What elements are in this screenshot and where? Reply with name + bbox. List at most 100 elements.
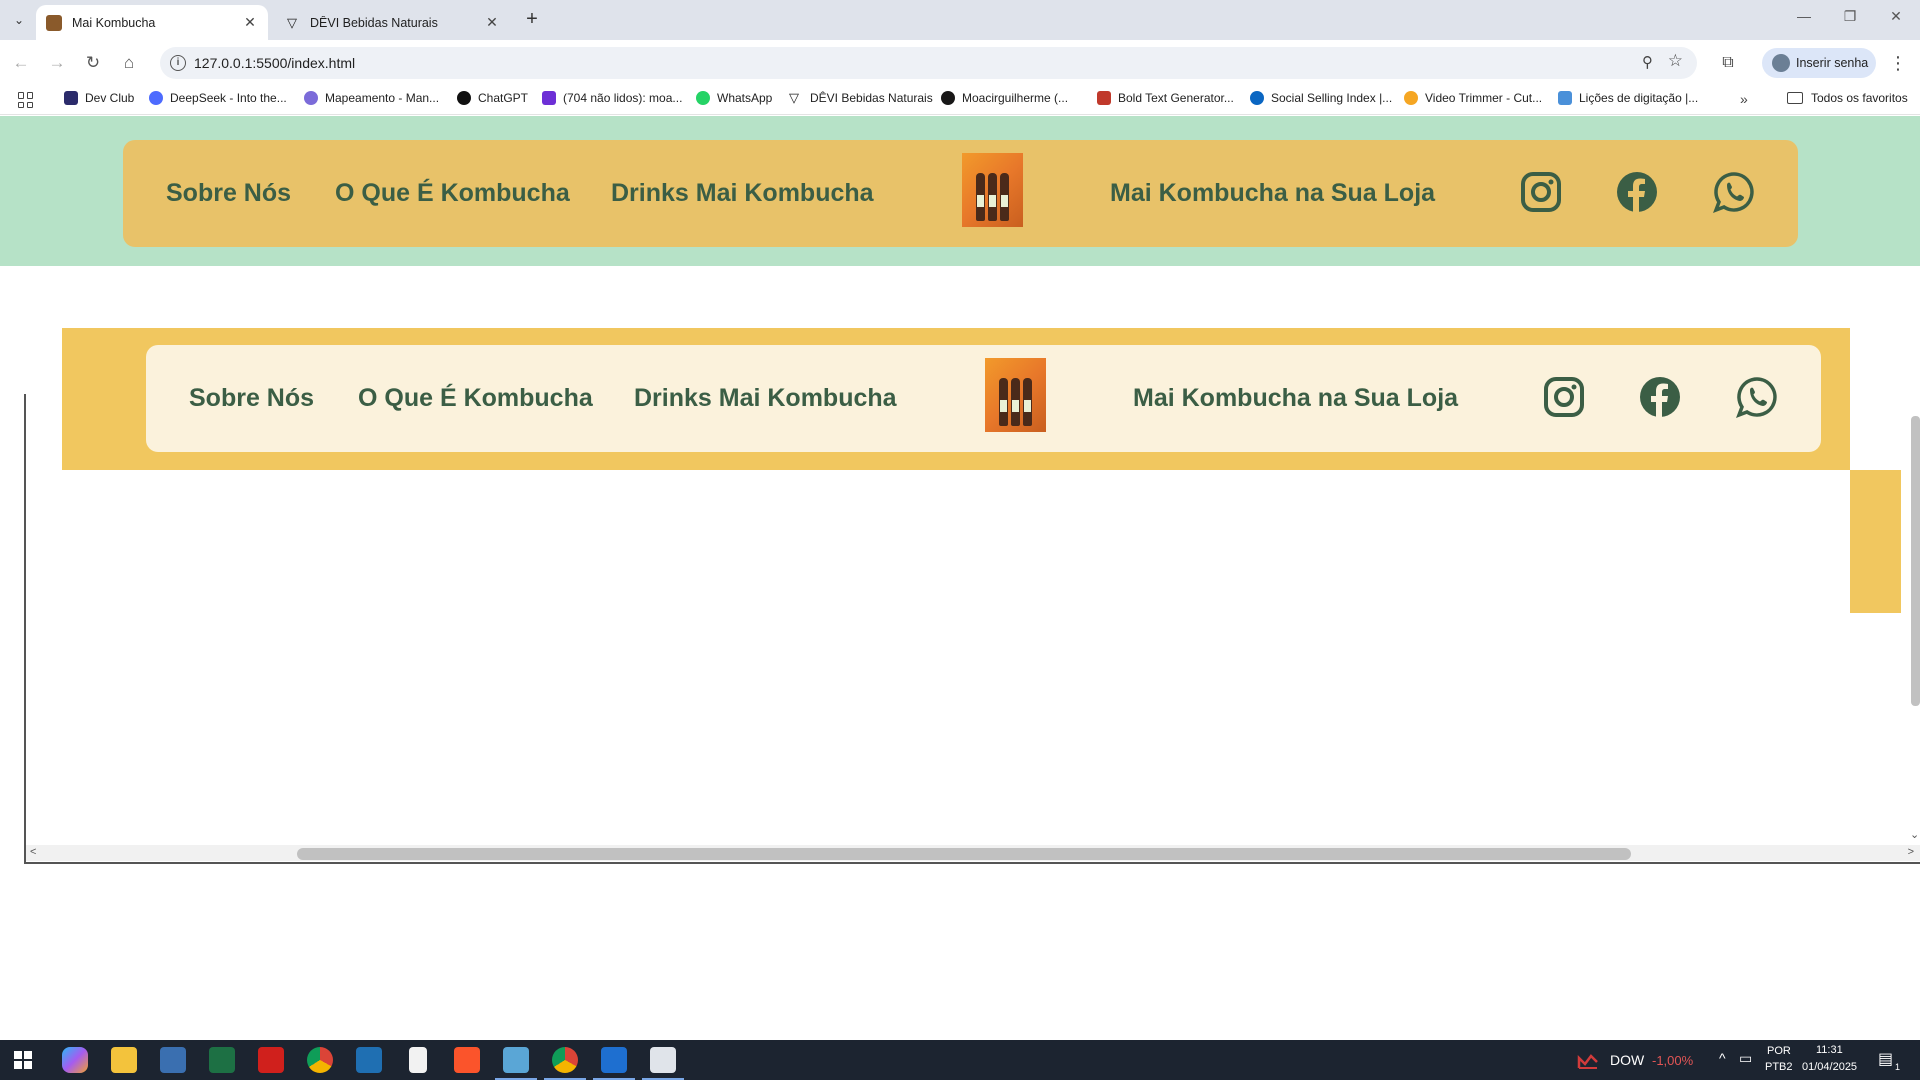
home-icon[interactable]: ⌂	[116, 50, 142, 76]
avatar	[1772, 54, 1790, 72]
bookmark-devi[interactable]: ▽ DÊVI Bebidas Naturais	[789, 91, 933, 106]
bookmark-deepseek[interactable]: DeepSeek - Into the...	[149, 91, 287, 105]
brand-logo[interactable]	[962, 153, 1023, 227]
bookmark-bold-text[interactable]: Bold Text Generator...	[1097, 91, 1234, 105]
calculator-icon[interactable]	[160, 1047, 186, 1073]
tab-devi-bebidas[interactable]: ▽ DÊVI Bebidas Naturais ✕	[274, 5, 510, 40]
copilot-icon[interactable]	[62, 1047, 88, 1073]
bookmark-video-trimmer[interactable]: Video Trimmer - Cut...	[1404, 91, 1542, 105]
tray-chevron-icon[interactable]: ^	[1719, 1050, 1726, 1066]
bookmark-social-selling[interactable]: Social Selling Index |...	[1250, 91, 1392, 105]
whatsapp-icon[interactable]	[1713, 171, 1755, 213]
address-bar[interactable]: i 127.0.0.1:5500/index.html ⚲ ☆	[160, 47, 1697, 79]
bookmark-label: Social Selling Index |...	[1271, 91, 1393, 105]
notification-count-badge: 1	[1895, 1062, 1901, 1072]
bookmark-chatgpt[interactable]: ChatGPT	[457, 91, 528, 105]
more-bookmarks-chevron-icon[interactable]: »	[1740, 91, 1748, 107]
brave-icon[interactable]	[454, 1047, 480, 1073]
bookmark-mail[interactable]: (704 não lidos): moa...	[542, 91, 682, 105]
horizontal-scrollbar[interactable]: < >	[26, 845, 1920, 861]
chrome-profile-icon[interactable]	[544, 1047, 586, 1080]
forward-arrow-icon[interactable]: →	[44, 50, 70, 76]
bookmark-licoes[interactable]: Lições de digitação |...	[1558, 91, 1698, 105]
bookmark-label: Lições de digitação |...	[1579, 91, 1699, 105]
tab-search-button[interactable]: ⌄	[6, 8, 32, 32]
bookmark-label: Bold Text Generator...	[1118, 91, 1234, 105]
acrobat-icon[interactable]	[258, 1047, 284, 1073]
restore-icon[interactable]: ❐	[1830, 8, 1870, 25]
all-bookmarks-label: Todos os favoritos	[1811, 91, 1908, 105]
bookmark-github[interactable]: Moacirguilherme (...	[941, 91, 1068, 105]
instagram-icon[interactable]	[1520, 171, 1562, 213]
windows-start-icon[interactable]	[14, 1051, 32, 1069]
whatsapp-icon[interactable]	[1736, 376, 1778, 418]
notes-app-icon[interactable]	[495, 1047, 537, 1080]
nav-link-drinks[interactable]: Drinks Mai Kombucha	[634, 384, 897, 413]
bookmarks-bar: Dev Club DeepSeek - Into the... Mapeamen…	[0, 85, 1920, 115]
stock-ticker-name[interactable]: DOW	[1610, 1052, 1644, 1068]
bookmark-dev-club[interactable]: Dev Club	[64, 91, 134, 105]
profile-label: Inserir senha	[1796, 56, 1869, 70]
url-text[interactable]: 127.0.0.1:5500/index.html	[194, 55, 355, 71]
nav-link-drinks[interactable]: Drinks Mai Kombucha	[611, 179, 874, 208]
mapeamento-icon	[304, 91, 318, 105]
tab-mai-kombucha[interactable]: Mai Kombucha ✕	[36, 5, 268, 40]
yellow-side-tab	[1850, 470, 1901, 613]
site-info-icon[interactable]: i	[170, 55, 186, 71]
excel-icon[interactable]	[209, 1047, 235, 1073]
bookmark-label: Video Trimmer - Cut...	[1425, 91, 1543, 105]
nav-link-sua-loja[interactable]: Mai Kombucha na Sua Loja	[1110, 179, 1435, 208]
keyboard-layout[interactable]: PTB2	[1765, 1061, 1793, 1073]
vscode-live-icon[interactable]	[642, 1047, 684, 1080]
nav-link-sua-loja[interactable]: Mai Kombucha na Sua Loja	[1133, 384, 1458, 413]
notepad-icon[interactable]	[409, 1047, 427, 1073]
scroll-left-icon[interactable]: <	[30, 846, 36, 858]
notification-center-icon[interactable]: ▤	[1878, 1049, 1893, 1069]
browser-toolbar: ← → ↻ ⌂ i 127.0.0.1:5500/index.html ⚲ ☆ …	[0, 40, 1920, 85]
language-code[interactable]: POR	[1767, 1045, 1791, 1057]
close-tab-icon[interactable]: ✕	[482, 14, 502, 31]
bookmark-label: Dev Club	[85, 91, 135, 105]
bookmark-mapeamento[interactable]: Mapeamento - Man...	[304, 91, 439, 105]
brand-logo[interactable]	[985, 358, 1046, 432]
clock-date[interactable]: 01/04/2025	[1802, 1061, 1857, 1073]
nav-link-sobre-nos[interactable]: Sobre Nós	[189, 384, 314, 413]
nav-link-o-que-e-kombucha[interactable]: O Que É Kombucha	[358, 384, 593, 413]
clock-time[interactable]: 11:31	[1816, 1044, 1843, 1056]
sketchup-icon[interactable]	[356, 1047, 382, 1073]
all-bookmarks-button[interactable]: Todos os favoritos	[1787, 91, 1908, 105]
bookmark-label: Mapeamento - Man...	[325, 91, 440, 105]
nav-link-sobre-nos[interactable]: Sobre Nós	[166, 179, 291, 208]
compass-icon	[1250, 91, 1264, 105]
app-window-icon[interactable]	[593, 1047, 635, 1080]
scroll-down-icon[interactable]: ⌄	[1910, 828, 1919, 841]
bookmark-label: DÊVI Bebidas Naturais	[810, 91, 933, 105]
close-tab-icon[interactable]: ✕	[240, 14, 260, 31]
more-menu-icon[interactable]: ⋮	[1888, 50, 1908, 76]
network-icon[interactable]: ▭	[1739, 1050, 1752, 1067]
minimize-icon[interactable]: —	[1784, 8, 1824, 24]
scrollbar-thumb[interactable]	[297, 848, 1631, 860]
zoom-icon[interactable]: ⚲	[1642, 53, 1653, 71]
extensions-puzzle-icon[interactable]: ⧉	[1715, 50, 1741, 76]
reload-icon[interactable]: ↻	[80, 50, 106, 76]
scroll-right-icon[interactable]: >	[1908, 846, 1914, 858]
back-arrow-icon[interactable]: ←	[8, 50, 34, 76]
apps-grid-icon[interactable]	[18, 92, 34, 108]
vertical-scrollbar-thumb[interactable]	[1911, 416, 1920, 706]
stock-ticker-change[interactable]: -1,00%	[1652, 1053, 1693, 1068]
close-window-icon[interactable]: ✕	[1876, 8, 1916, 25]
chrome-icon[interactable]	[307, 1047, 333, 1073]
instagram-icon[interactable]	[1543, 376, 1585, 418]
bookmark-star-icon[interactable]: ☆	[1668, 51, 1683, 71]
facebook-icon[interactable]	[1616, 171, 1658, 213]
iframe-border-bottom	[24, 862, 1920, 864]
new-tab-button[interactable]: +	[520, 8, 544, 32]
primary-nav: Sobre Nós O Que É Kombucha Drinks Mai Ko…	[123, 140, 1798, 247]
facebook-icon[interactable]	[1639, 376, 1681, 418]
file-explorer-icon[interactable]	[111, 1047, 137, 1073]
bookmark-whatsapp[interactable]: WhatsApp	[696, 91, 772, 105]
nav-link-o-que-e-kombucha[interactable]: O Que É Kombucha	[335, 179, 570, 208]
dev-club-icon	[64, 91, 78, 105]
profile-button[interactable]: Inserir senha	[1762, 48, 1876, 78]
